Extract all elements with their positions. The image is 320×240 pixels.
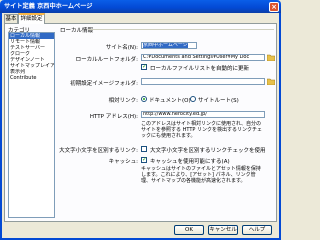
window-titlebar: サイト定義 京西中ホームページ ×	[0, 0, 281, 13]
window-frame-left	[0, 13, 2, 240]
close-icon: ×	[271, 2, 277, 11]
site-name-label: サイト名(N):	[105, 45, 138, 51]
cache-note: キャッシュはサイトのファイルとアセット情報を保持します。これにより、[アセット]…	[141, 166, 261, 184]
default-images-label: 初期設定イメージフォルダ:	[70, 81, 138, 87]
ok-button[interactable]: OK	[174, 225, 204, 235]
link-relative-site-root-label: サイトルート(S)	[198, 98, 239, 104]
folder-icon	[267, 78, 275, 85]
cancel-button[interactable]: キャンセル	[208, 225, 238, 235]
http-address-note: このアドレスはサイト相対リンクに使用され、自分のサイトを参照する HTTP リン…	[141, 121, 262, 139]
case-sensitive-checkbox[interactable]	[141, 146, 147, 152]
auto-refresh-label: ローカルファイルリストを自動的に更新	[150, 66, 250, 72]
folder-icon	[267, 54, 275, 61]
close-button[interactable]: ×	[269, 1, 279, 12]
browse-default-images-button[interactable]	[267, 78, 275, 85]
category-item-contribute[interactable]: Contribute	[9, 75, 54, 81]
category-list[interactable]: ローカル情報 リモート情報 テストサーバー クローク デザインノート サイトマッ…	[8, 32, 55, 218]
case-sensitive-option-label: 大文字小文字を区別するリンクチェックを使用	[150, 148, 266, 154]
auto-refresh-checkbox[interactable]	[141, 63, 147, 70]
section-title: ローカル情報	[60, 28, 94, 34]
local-root-label: ローカルルートフォルダ:	[75, 57, 138, 63]
http-address-label: HTTP アドレス(H):	[89, 114, 138, 120]
cache-option-label: キャッシュを使用可能にする(A)	[150, 159, 230, 165]
browse-local-root-button[interactable]	[267, 54, 275, 61]
site-name-input[interactable]: 京西中ホームページ	[141, 42, 197, 49]
window-frame-right	[279, 13, 281, 240]
help-button[interactable]: ヘルプ	[242, 225, 272, 235]
window-title: サイト定義 京西中ホームページ	[4, 3, 93, 10]
section-divider	[88, 29, 274, 30]
link-relative-document-label: ドキュメント(O)	[149, 98, 191, 104]
links-relative-label: 相対リンク:	[108, 98, 138, 104]
tab-advanced[interactable]: 詳細設定	[18, 13, 45, 24]
case-sensitive-label: 大文字小文字を区別するリンク:	[59, 148, 138, 154]
default-images-input[interactable]	[141, 78, 265, 85]
http-address-input[interactable]: http://www.nerocity.ed.jp/	[141, 111, 265, 118]
cache-checkbox[interactable]	[141, 156, 147, 163]
cache-label: キャッシュ:	[108, 159, 138, 165]
local-root-input[interactable]: C:¥Documents and Settings¥User¥My Doc	[141, 54, 265, 61]
link-relative-site-root-radio[interactable]	[190, 96, 196, 102]
link-relative-document-radio[interactable]	[141, 96, 147, 102]
tab-basic[interactable]: 基本	[4, 14, 18, 23]
